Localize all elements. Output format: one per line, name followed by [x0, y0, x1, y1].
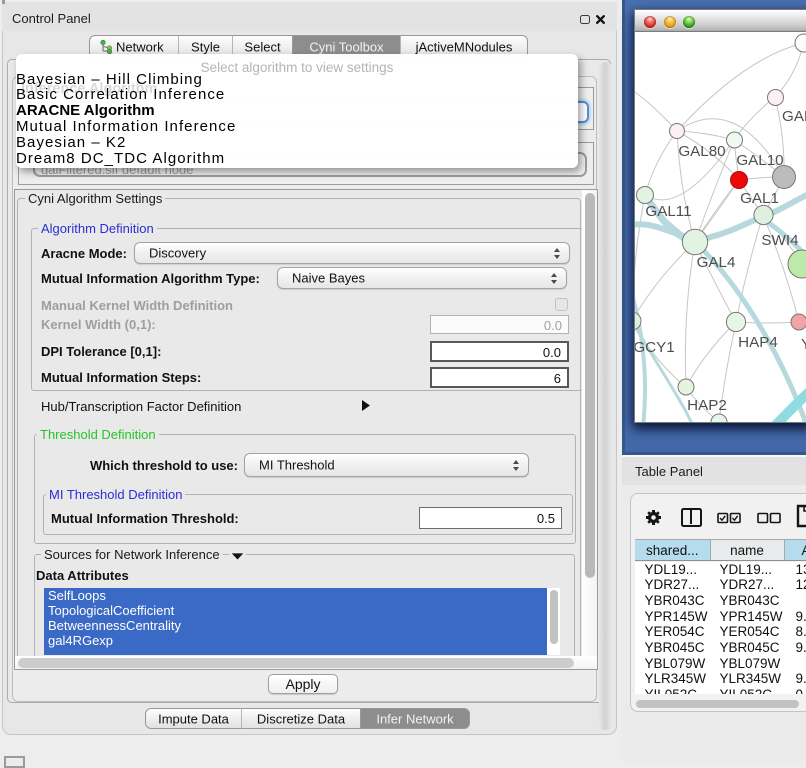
svg-text:SWI4: SWI4 [761, 232, 798, 249]
svg-text:GAL4: GAL4 [697, 254, 736, 271]
svg-text:YM: YM [801, 336, 806, 353]
svg-text:GAL10: GAL10 [736, 152, 783, 169]
svg-text:GAL11: GAL11 [645, 203, 691, 220]
svg-text:HAP4: HAP4 [738, 334, 778, 351]
svg-text:GAL1: GAL1 [740, 190, 779, 207]
svg-text:GCY1: GCY1 [635, 339, 675, 356]
svg-text:HAP2: HAP2 [687, 397, 727, 414]
svg-text:GAL3: GAL3 [782, 108, 806, 125]
svg-text:GAL80: GAL80 [678, 143, 725, 160]
